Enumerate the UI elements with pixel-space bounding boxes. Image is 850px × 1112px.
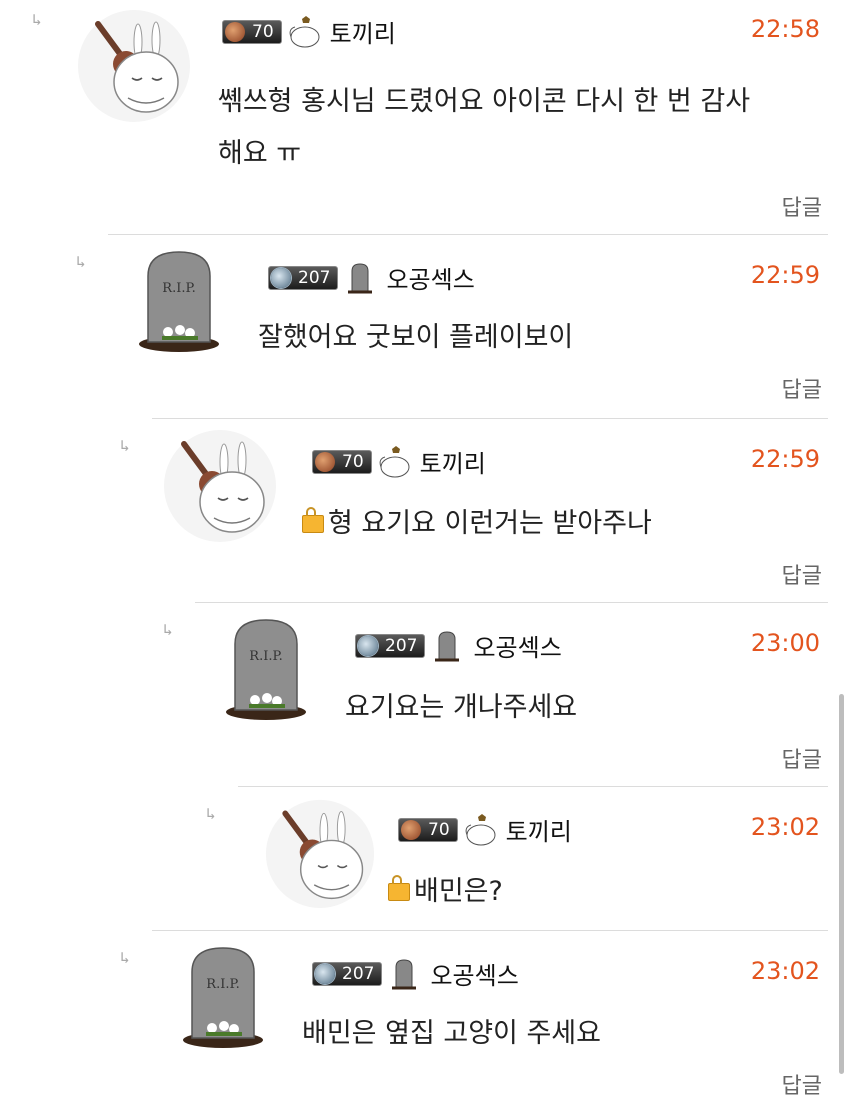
- comment-text: 배민은?: [388, 866, 503, 918]
- rabbit-mini-icon: [465, 813, 496, 845]
- comment-meta: 70 토끼리: [312, 444, 486, 479]
- comment-text-content: 배민은?: [414, 876, 503, 907]
- lock-icon: [302, 507, 324, 533]
- silver-emblem-icon: [315, 963, 335, 984]
- comment-meta: 207 오공섹스: [355, 628, 562, 663]
- reply-arrow-icon: ↳: [32, 10, 42, 29]
- reply-button[interactable]: 답글: [782, 372, 822, 404]
- comment-divider: [238, 786, 828, 787]
- rabbit-avatar-icon: [78, 10, 190, 122]
- comment-time: 23:02: [750, 813, 820, 841]
- tombstone-mini-icon: [392, 958, 417, 989]
- reply-button[interactable]: 답글: [782, 190, 822, 222]
- comment-item: ↳ R.I.P. 207 오공섹스 23:02 배민은 옆집 고양이 주세요 답…: [120, 930, 828, 1112]
- comment-time: 22:58: [750, 15, 820, 43]
- comment-meta: 207 오공섹스: [312, 956, 519, 991]
- reply-button[interactable]: 답글: [782, 1068, 822, 1100]
- comment-item: ↳ 70 토끼리 22:59 형 요기요 이런거는 받아주나 답글: [120, 418, 828, 602]
- comment-divider: [152, 418, 828, 419]
- comment-item: ↳ R.I.P. 207 오공섹스 22:59 잘했어요 굿보이 플레이보이 답…: [76, 234, 828, 418]
- comment-text: 요기요는 개나주세요: [345, 692, 578, 723]
- level-number: 70: [342, 451, 364, 472]
- user-nickname[interactable]: 오공섹스: [386, 260, 474, 295]
- scrollbar[interactable]: [839, 694, 844, 1074]
- comment-time: 23:02: [750, 957, 820, 985]
- reply-arrow-icon: ↳: [76, 252, 86, 271]
- user-nickname[interactable]: 토끼리: [506, 812, 572, 847]
- comment-item: ↳ 70 토끼리 22:58 쎾쓰형 홍시님 드렸어요 아이콘 다시 한 번 감…: [0, 0, 828, 234]
- user-nickname[interactable]: 토끼리: [330, 14, 396, 49]
- comment-text: 형 요기요 이런거는 받아주나: [302, 498, 652, 550]
- level-number: 207: [342, 963, 375, 984]
- lock-icon: [388, 875, 410, 901]
- reply-arrow-icon: ↳: [206, 804, 216, 823]
- reply-arrow-icon: ↳: [120, 948, 130, 967]
- comment-text-content: 형 요기요 이런거는 받아주나: [328, 508, 652, 539]
- tombstone-mini-icon: [348, 262, 373, 293]
- reply-arrow-icon: ↳: [163, 620, 173, 639]
- level-number: 207: [385, 635, 418, 656]
- silver-emblem-icon: [358, 635, 378, 656]
- comment-text: 쎾쓰형 홍시님 드렸어요 아이콘 다시 한 번 감사 해요 ㅠ: [218, 86, 751, 169]
- comment-text: 잘했어요 굿보이 플레이보이: [258, 322, 574, 353]
- comment-time: 22:59: [750, 261, 820, 289]
- comment-item: ↳ R.I.P. 207 오공섹스 23:00 요기요는 개나주세요 답글: [163, 602, 828, 786]
- tombstone-avatar-icon: R.I.P.: [183, 947, 263, 1048]
- comment-divider: [195, 602, 828, 603]
- rip-text: R.I.P.: [162, 281, 195, 296]
- rabbit-mini-icon: [379, 445, 410, 477]
- rabbit-avatar-icon: [164, 430, 276, 542]
- comment-text: 배민은 옆집 고양이 주세요: [302, 1018, 601, 1049]
- comment-meta: 70 토끼리: [222, 14, 396, 49]
- user-nickname[interactable]: 오공섹스: [473, 628, 561, 663]
- level-badge: 207: [312, 961, 383, 986]
- level-number: 207: [298, 267, 331, 288]
- user-nickname[interactable]: 오공섹스: [430, 956, 518, 991]
- level-badge: 207: [355, 633, 426, 658]
- rip-text: R.I.P.: [249, 649, 282, 664]
- bronze-emblem-icon: [315, 451, 335, 472]
- level-number: 70: [428, 819, 450, 840]
- user-nickname[interactable]: 토끼리: [420, 444, 486, 479]
- reply-button[interactable]: 답글: [782, 742, 822, 774]
- tombstone-mini-icon: [435, 630, 460, 661]
- reply-button[interactable]: 답글: [782, 558, 822, 590]
- rabbit-avatar-icon: [265, 799, 375, 909]
- comment-divider: [108, 234, 828, 235]
- reply-arrow-icon: ↳: [120, 436, 130, 455]
- level-badge: 70: [222, 19, 282, 44]
- comment-item: ↳ 70 토끼리 23:02 배민은?: [206, 786, 828, 930]
- tombstone-avatar-icon: R.I.P.: [139, 251, 219, 352]
- comment-divider: [152, 930, 828, 931]
- comment-meta: 70 토끼리: [398, 812, 572, 847]
- comment-meta: 207 오공섹스: [268, 260, 475, 295]
- tombstone-avatar-icon: R.I.P.: [226, 619, 306, 720]
- comment-time: 22:59: [750, 445, 820, 473]
- level-badge: 70: [398, 817, 458, 842]
- level-badge: 70: [312, 449, 372, 474]
- comment-time: 23:00: [750, 629, 820, 657]
- silver-emblem-icon: [271, 267, 291, 288]
- bronze-emblem-icon: [401, 819, 421, 840]
- bronze-emblem-icon: [225, 21, 245, 42]
- level-number: 70: [252, 21, 274, 42]
- rip-text: R.I.P.: [206, 977, 239, 992]
- level-badge: 207: [268, 265, 339, 290]
- rabbit-mini-icon: [289, 15, 320, 47]
